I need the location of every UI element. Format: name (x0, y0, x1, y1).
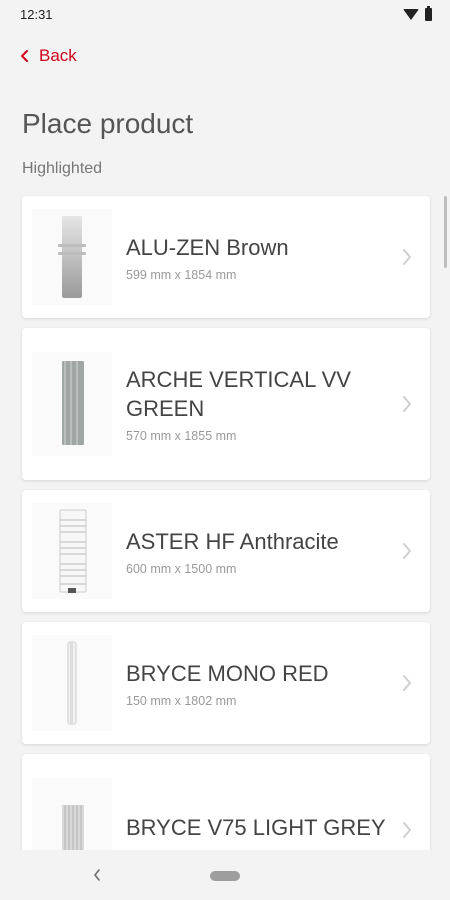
product-dimensions: 570 mm x 1855 mm (126, 429, 237, 443)
status-icons (403, 5, 432, 21)
product-dimensions: 599 mm x 1854 mm (126, 267, 237, 282)
section-label: Highlighted (22, 160, 103, 177)
home-pill[interactable] (210, 871, 240, 881)
page-title: Place product (22, 108, 194, 139)
product-card[interactable]: BRYCE MONO RED 150 mm x 1802 mm (22, 622, 430, 744)
chevron-right-icon (403, 249, 411, 265)
scrollbar[interactable] (444, 196, 447, 268)
chevron-right-icon (403, 822, 411, 838)
battery-icon (425, 5, 432, 21)
system-nav-bar (0, 850, 450, 900)
product-thumbnail (32, 209, 112, 305)
product-name: ARCHE VERTICAL VV GREEN (126, 367, 351, 421)
product-card[interactable]: ALU-ZEN Brown 599 mm x 1854 mm (22, 196, 430, 318)
status-bar: 12:31 (0, 0, 450, 28)
product-list: ALU-ZEN Brown 599 mm x 1854 mm ARCHE VER… (22, 196, 430, 900)
nav-back-icon[interactable] (93, 868, 101, 882)
radiator-image (59, 509, 87, 593)
product-dimensions: 600 mm x 1500 mm (126, 561, 237, 576)
radiator-image (62, 361, 84, 445)
radiator-image (67, 641, 77, 725)
product-dimensions: 150 mm x 1802 mm (126, 693, 237, 708)
product-thumbnail (32, 503, 112, 599)
product-card[interactable]: ASTER HF Anthracite 600 mm x 1500 mm (22, 490, 430, 612)
chevron-right-icon (403, 675, 411, 691)
chevron-right-icon (403, 543, 411, 559)
product-name: BRYCE V75 LIGHT GREY (126, 814, 386, 840)
screen: 12:31 Back Place product Highlighted ALU… (0, 0, 450, 900)
product-name: ASTER HF Anthracite (126, 528, 339, 554)
status-time: 12:31 (20, 6, 53, 22)
back-button[interactable]: Back (20, 46, 77, 66)
product-card[interactable]: ARCHE VERTICAL VV GREEN 570 mm x 1855 mm (22, 328, 430, 480)
product-name: BRYCE MONO RED (126, 660, 329, 686)
back-label: Back (39, 46, 77, 65)
product-thumbnail (32, 352, 112, 456)
product-thumbnail (32, 635, 112, 731)
product-name: ALU-ZEN Brown (126, 234, 289, 260)
radiator-image (58, 216, 86, 298)
wifi-icon (403, 8, 419, 20)
chevron-right-icon (403, 396, 411, 412)
chevron-left-icon (21, 50, 28, 62)
